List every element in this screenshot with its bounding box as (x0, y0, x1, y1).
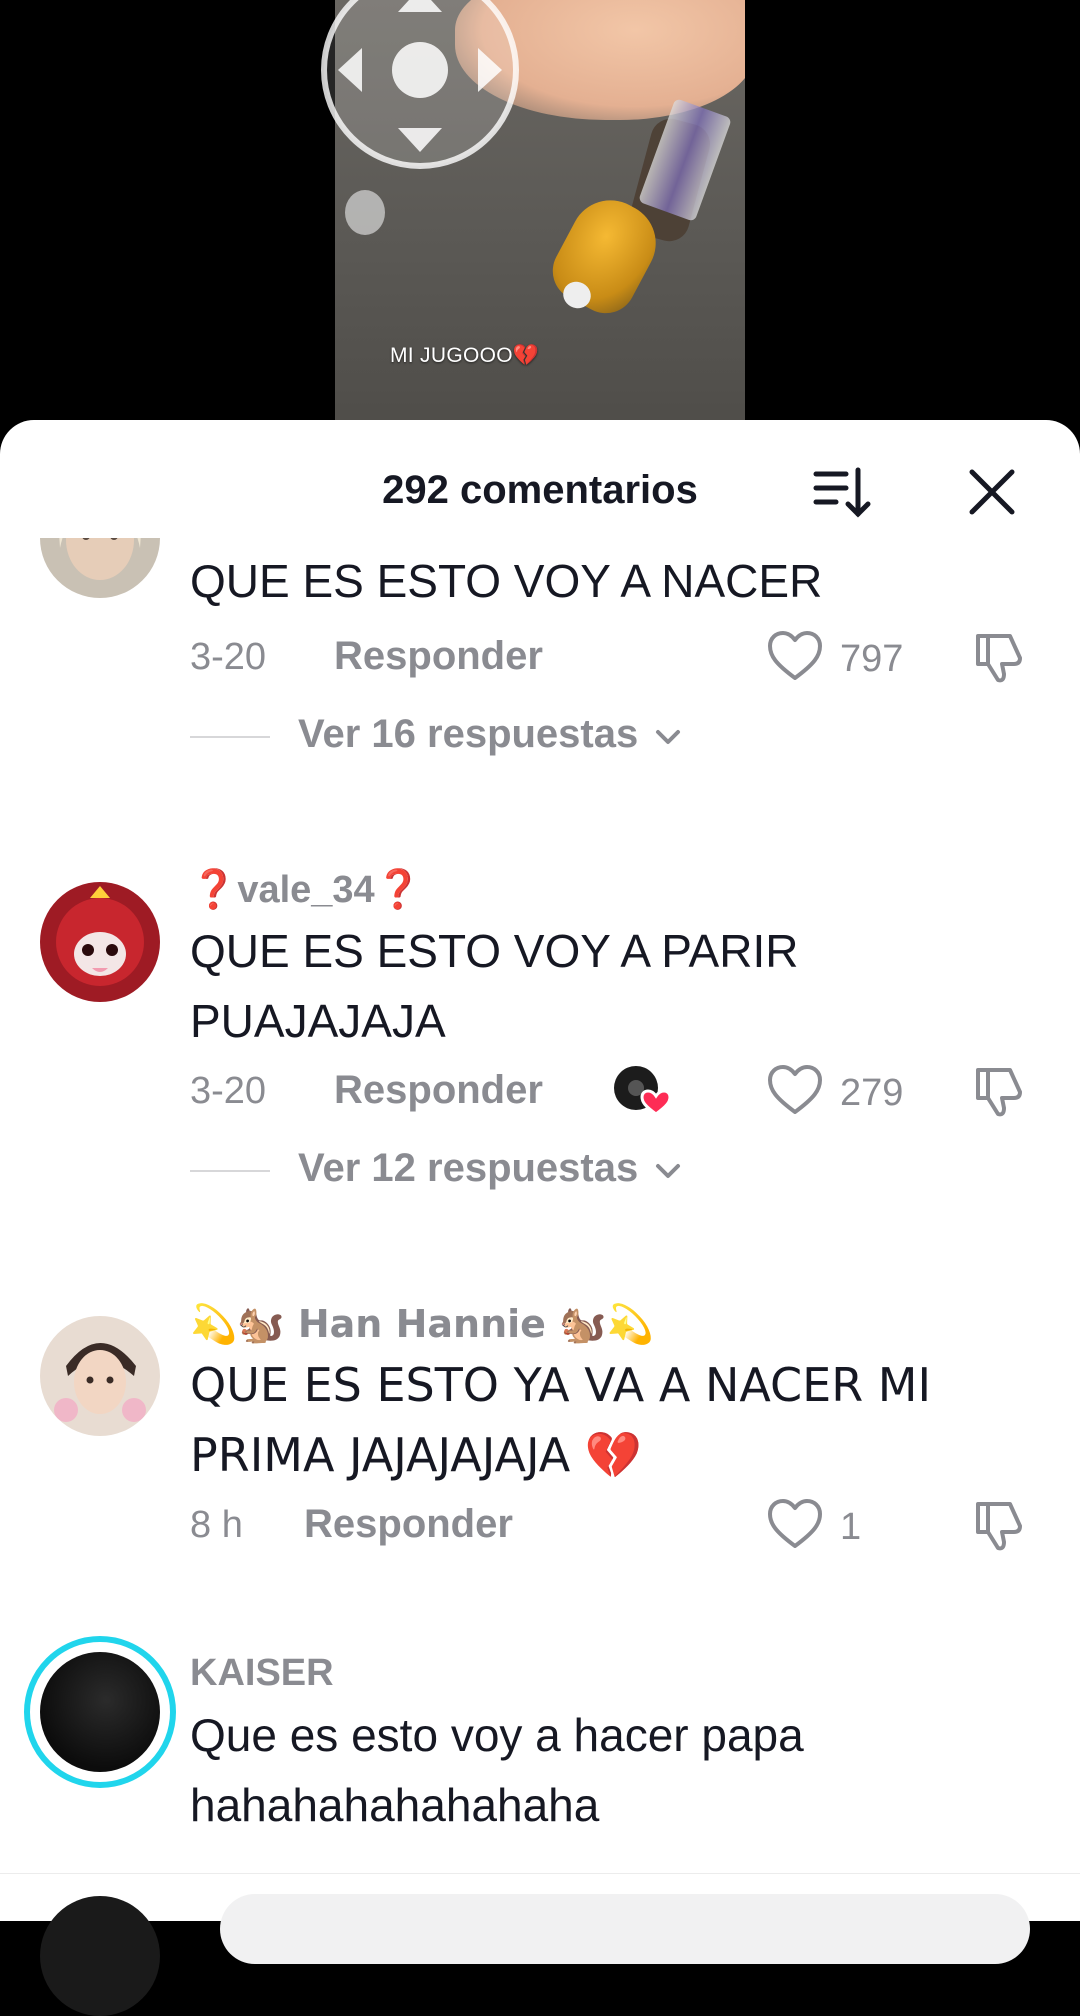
comment-date: 3-20 (190, 1070, 267, 1112)
view-replies-label: Ver 12 respuestas (298, 1146, 639, 1190)
comment-count: 292 comentarios (382, 468, 698, 512)
comment-meta: 8 h Responder 1 (190, 1496, 1060, 1556)
creator-liked-badge (614, 1066, 670, 1116)
avatar[interactable] (40, 538, 160, 598)
avatar-image (40, 882, 160, 1002)
view-replies[interactable]: Ver 16 respuestas (190, 712, 790, 762)
chevron-down-icon (656, 1164, 680, 1178)
comment-username[interactable]: ❓vale_34❓ (190, 868, 422, 912)
comment-text: QUE ES ESTO VOY A PARIR PUAJAJAJA (190, 925, 799, 1047)
video-caption: MI JUGOOO💔 (390, 344, 540, 367)
reply-button[interactable]: Responder (334, 634, 543, 679)
like-count: 1 (840, 1506, 862, 1548)
dislike-icon[interactable] (970, 1062, 1028, 1120)
heart-icon[interactable] (766, 1496, 824, 1554)
dpad-icon[interactable] (320, 0, 520, 170)
avatar-image (40, 538, 160, 598)
comment-meta: 3-20 Responder 797 (190, 628, 1060, 688)
avatar-image (40, 1316, 160, 1436)
dislike-icon[interactable] (970, 1496, 1028, 1554)
comment-username[interactable]: 💫🐿️ Han Hannie 🐿️💫 (190, 1302, 654, 1347)
comment-text: QUE ES ESTO YA VA A NACER MI PRIMA JAJAJ… (190, 1358, 932, 1482)
heart-icon[interactable] (766, 1062, 824, 1120)
sort-icon[interactable] (812, 464, 872, 520)
chevron-down-icon (656, 730, 680, 744)
like-count: 279 (840, 1072, 904, 1114)
reply-button[interactable]: Responder (304, 1502, 513, 1547)
avatar[interactable] (40, 1652, 160, 1772)
view-replies[interactable]: Ver 12 respuestas (190, 1146, 790, 1196)
avatar[interactable] (40, 1316, 160, 1436)
reply-button[interactable]: Responder (334, 1068, 543, 1113)
comment-input-bar (0, 1873, 1080, 2016)
video-area[interactable]: MI JUGOOO💔 (0, 0, 1080, 430)
like-count: 797 (840, 638, 904, 680)
comment-meta: 3-20 Responder 279 (190, 1062, 1060, 1122)
replies-divider (190, 1170, 270, 1172)
comment-text: QUE ES ESTO VOY A NACER (190, 555, 823, 607)
replies-divider (190, 736, 270, 738)
comments-list[interactable]: QUE ES ESTO VOY A NACER 3-20 Responder 7… (0, 538, 1080, 1838)
video-shape (345, 190, 385, 235)
story-ring[interactable] (24, 1636, 176, 1788)
comment-date: 8 h (190, 1504, 243, 1546)
view-replies-label: Ver 16 respuestas (298, 712, 639, 756)
comment-date: 3-20 (190, 636, 267, 678)
my-avatar (40, 1896, 160, 2016)
heart-icon[interactable] (766, 628, 824, 686)
comment-text: Que es esto voy a hacer papa hahahahahah… (190, 1709, 804, 1831)
close-icon[interactable] (966, 466, 1018, 518)
dislike-icon[interactable] (970, 628, 1028, 686)
comment-input[interactable] (220, 1894, 1030, 1964)
comment-username[interactable]: KAISER (190, 1652, 334, 1695)
avatar[interactable] (40, 882, 160, 1002)
comments-sheet: 292 comentarios QUE ES ESTO VOY A NACER … (0, 420, 1080, 1920)
sheet-header: 292 comentarios (0, 420, 1080, 540)
